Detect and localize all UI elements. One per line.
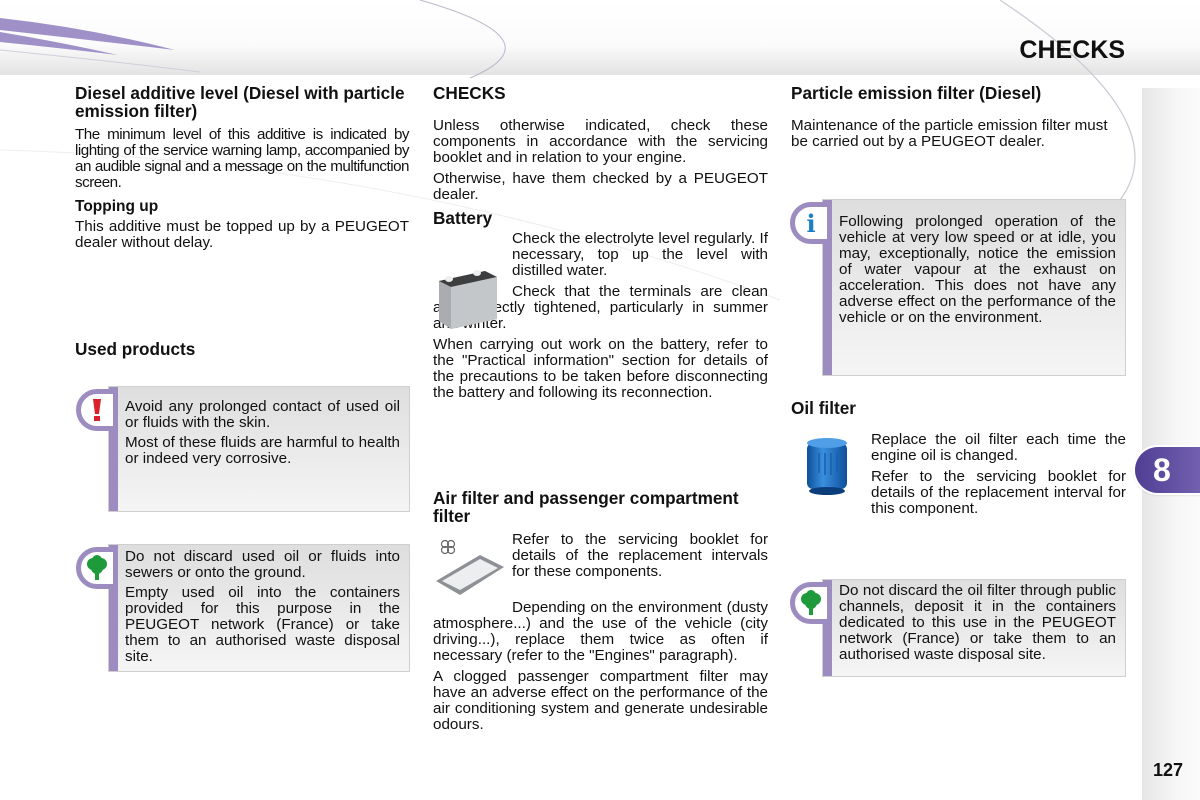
oil-environment-note: Do not discard the oil filter through pu… — [790, 579, 1126, 677]
chapter-tab[interactable]: 8 — [1135, 447, 1200, 493]
warning-exclamation-icon — [76, 389, 118, 431]
air-filter-text: Refer to the servicing booklet for detai… — [512, 531, 768, 580]
oil-filter-text: Replace the oil filter each time the eng… — [871, 431, 1126, 464]
checks-text: Unless otherwise indicated, check these … — [433, 117, 768, 166]
warning-note-line: Most of these fluids are harmful to heal… — [125, 434, 400, 467]
tree-eco-icon — [790, 582, 832, 624]
page-number: 127 — [1153, 760, 1184, 780]
battery-heading: Battery — [433, 208, 493, 228]
page-title: CHECKS — [1019, 36, 1125, 64]
oil-environment-note-text: Do not discard the oil filter through pu… — [839, 582, 1116, 663]
air-filter-text: A clogged passenger compartment filter m… — [433, 668, 768, 733]
oil-filter-heading: Oil filter — [791, 398, 856, 418]
middle-column: CHECKS Unless otherwise indicated, check… — [433, 84, 768, 406]
environment-note-line: Empty used oil into the containers provi… — [125, 584, 400, 665]
diesel-additive-heading: Diesel additive level (Diesel with parti… — [75, 83, 405, 121]
oil-filter-section: Replace the oil filter each time the eng… — [871, 432, 1126, 522]
left-column: Diesel additive level (Diesel with parti… — [75, 83, 410, 256]
battery-icon — [439, 270, 497, 329]
topping-up-heading: Topping up — [75, 198, 159, 215]
air-filter-text: Depending on the environment (dusty atmo… — [433, 599, 768, 664]
particle-filter-text: Maintenance of the particle emission fil… — [791, 117, 1108, 150]
info-icon: i — [790, 202, 832, 244]
oil-filter-text: Refer to the servicing booklet for detai… — [871, 468, 1126, 517]
environment-note: Do not discard used oil or fluids into s… — [76, 544, 410, 672]
battery-text: Check the electrolyte level regularly. I… — [512, 230, 768, 279]
topping-up-text: This additive must be topped up by a PEU… — [75, 218, 409, 251]
air-filter-heading: Air filter and passenger compartment fil… — [433, 488, 739, 526]
checks-text: Otherwise, have them checked by a PEUGEO… — [433, 170, 768, 203]
warning-note: Avoid any prolonged contact of used oil … — [76, 386, 410, 512]
warning-note-line: Avoid any prolonged contact of used oil … — [125, 398, 400, 431]
page-margin-strip — [1142, 88, 1200, 800]
air-filter-section: Air filter and passenger compartment fil… — [433, 489, 768, 738]
right-column: Particle emission filter (Diesel) Mainte… — [791, 84, 1126, 155]
checks-heading: CHECKS — [433, 83, 506, 103]
particle-filter-heading: Particle emission filter (Diesel) — [791, 83, 1042, 103]
battery-text: When carrying out work on the battery, r… — [433, 336, 768, 401]
info-note: i Following prolonged operation of the v… — [790, 199, 1126, 376]
air-filter-icon — [436, 539, 504, 595]
info-note-text: Following prolonged operation of the veh… — [839, 213, 1116, 326]
oil-filter-icon — [807, 438, 847, 495]
used-products-heading: Used products — [75, 339, 196, 359]
tree-eco-icon — [76, 547, 118, 589]
diesel-additive-text: The minimum level of this additive is in… — [75, 126, 410, 191]
environment-note-line: Do not discard used oil or fluids into s… — [125, 548, 400, 581]
